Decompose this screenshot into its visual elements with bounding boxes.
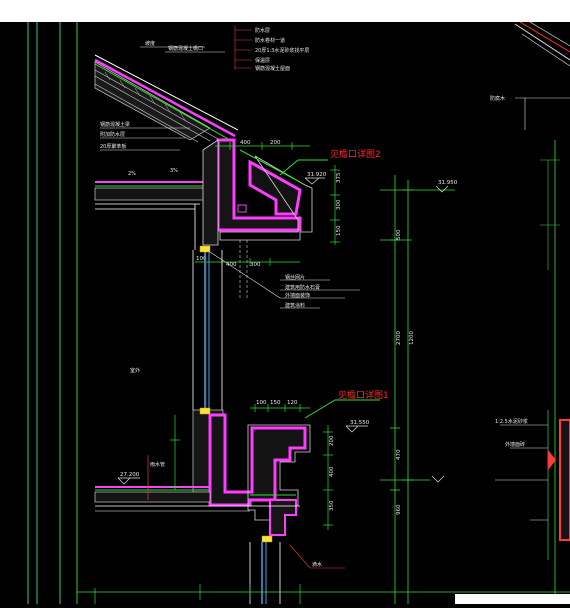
lower-detail-callout[interactable]: 见檐口详图1 (304, 389, 389, 419)
note-eps: 20厚聚苯板 (100, 143, 126, 150)
dim-200-lower: 200 (329, 435, 335, 446)
lower-detail-label[interactable]: 见檐口详图1 (338, 389, 389, 401)
note-wood: 防腐木 (490, 95, 505, 102)
upper-level-mark: 31.920 (304, 172, 327, 185)
lower-level-mark: 31.550 (345, 420, 370, 433)
note-3pct: 3% (170, 168, 178, 174)
lower-level-label: 31.550 (350, 420, 370, 426)
dim-300-mid: 300 (250, 262, 261, 268)
note-rc-cornice: 钢筋混凝土檐口 (168, 45, 203, 52)
dim-1200-right: 1200 (409, 331, 415, 345)
right-level-mark-lower (431, 475, 445, 483)
bottom-right-panel-edge (455, 594, 570, 604)
note-2pct: 2% (128, 171, 136, 177)
note-right-2: 外墙面砖 (505, 441, 525, 448)
cad-drawing-canvas[interactable]: 见檐口详图2 31.920 375 300 150 400 200 100 40… (0, 21, 570, 604)
right-level-label: 31.950 (438, 180, 458, 186)
dim-470-right: 470 (396, 449, 402, 460)
dim-400-top: 400 (240, 140, 251, 146)
right-roof-fragment (514, 21, 570, 67)
dim-100-lower: 100 (256, 400, 267, 406)
note-paint: 建筑涂料 (285, 302, 305, 309)
note-membrane: 防水卷材一道 (255, 37, 285, 44)
right-dimension-chain (380, 175, 455, 604)
dim-400-lower: 400 (329, 466, 335, 477)
far-right-detail (495, 97, 570, 604)
dim-200-top: 200 (270, 140, 281, 146)
dim-400-mid: 400 (226, 262, 237, 268)
upper-roof-slope (94, 54, 239, 143)
dim-375: 375 (336, 172, 342, 183)
note-waterproof: 防水层 (255, 27, 270, 34)
dim-500-right: 500 (396, 229, 402, 240)
note-rc-beam: 钢筋混凝土梁 (100, 121, 130, 128)
reference-lines (27, 22, 78, 604)
note-mesh: 钢丝网片 (285, 274, 305, 281)
dim-120-lower: 120 (287, 400, 298, 406)
note-screed: 20厚1:3水泥砂浆找平层 (255, 47, 309, 54)
dim-350-lower: 350 (329, 500, 335, 511)
note-right-1: 1:2.5水泥砂浆 (495, 418, 528, 425)
upper-detail-label[interactable]: 见檐口详图2 (330, 148, 381, 160)
floor-level-mark: 27.200 (117, 472, 140, 485)
dim-960-right: 960 (396, 504, 402, 515)
upper-level-label: 31.920 (307, 172, 327, 178)
note-rc-roof: 钢筋混凝土屋面 (255, 65, 290, 72)
note-gypsum: 建筑用防水石膏 (285, 284, 320, 291)
upper-detail-callout[interactable]: 见檐口详图2 (279, 148, 381, 176)
upper-ceiling-slab (94, 181, 216, 250)
mid-horizontal-dims (195, 258, 300, 266)
dim-150: 150 (336, 225, 342, 236)
dim-150-lower: 150 (270, 400, 281, 406)
note-interior-room: 室外 (130, 367, 140, 374)
note-facade: 外墙面装饰 (285, 292, 310, 299)
note-insulation: 保温层 (255, 57, 270, 64)
exterior-wall (192, 250, 223, 410)
viewport-top-strip (0, 0, 570, 22)
note-drip: 滴水 (312, 561, 322, 568)
note-slope: 坡度 (145, 40, 155, 47)
dim-300: 300 (336, 199, 342, 210)
note-rainpipe: 雨水管 (150, 461, 165, 468)
dim-2700-right: 2700 (396, 331, 402, 345)
floor-level-label: 27.200 (120, 472, 140, 478)
cad-drawing-svg: 见檐口详图2 31.920 375 300 150 400 200 100 40… (27, 21, 570, 604)
note-extra-waterproof: 附加防水层 (100, 131, 125, 138)
